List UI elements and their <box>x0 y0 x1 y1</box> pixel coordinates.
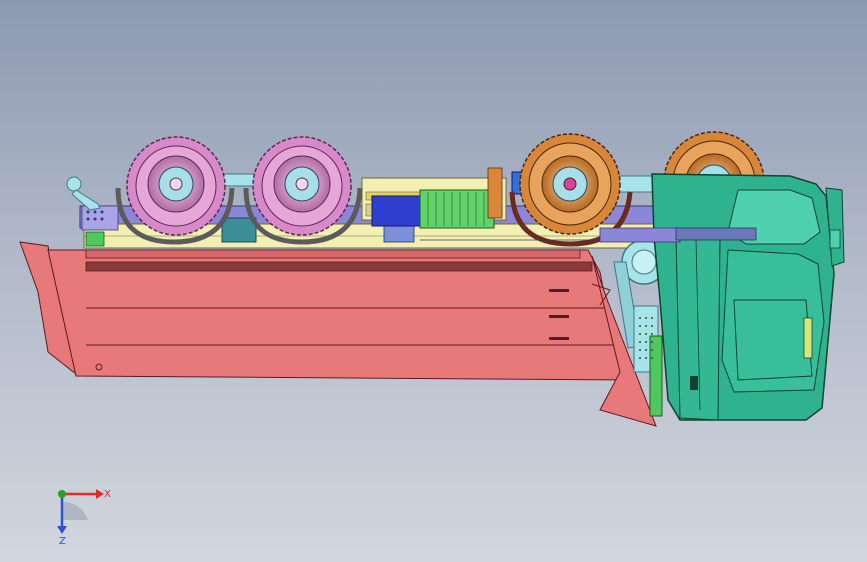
dump-truck-3d-model[interactable] <box>0 0 867 562</box>
coordinate-triad: X Z <box>57 489 111 547</box>
z-axis-arrowhead <box>57 526 67 534</box>
cad-graphics-viewport[interactable]: X Z <box>0 0 867 562</box>
x-axis-label: X <box>104 489 111 500</box>
dump-body[interactable] <box>19 241 657 427</box>
truck-cab[interactable] <box>651 173 845 421</box>
x-axis-arrowhead <box>96 489 104 499</box>
y-axis-point <box>58 490 66 498</box>
triad-plane-shading <box>62 501 88 520</box>
drive-shaft-housing[interactable] <box>361 167 525 229</box>
z-axis-label: Z <box>59 536 66 547</box>
